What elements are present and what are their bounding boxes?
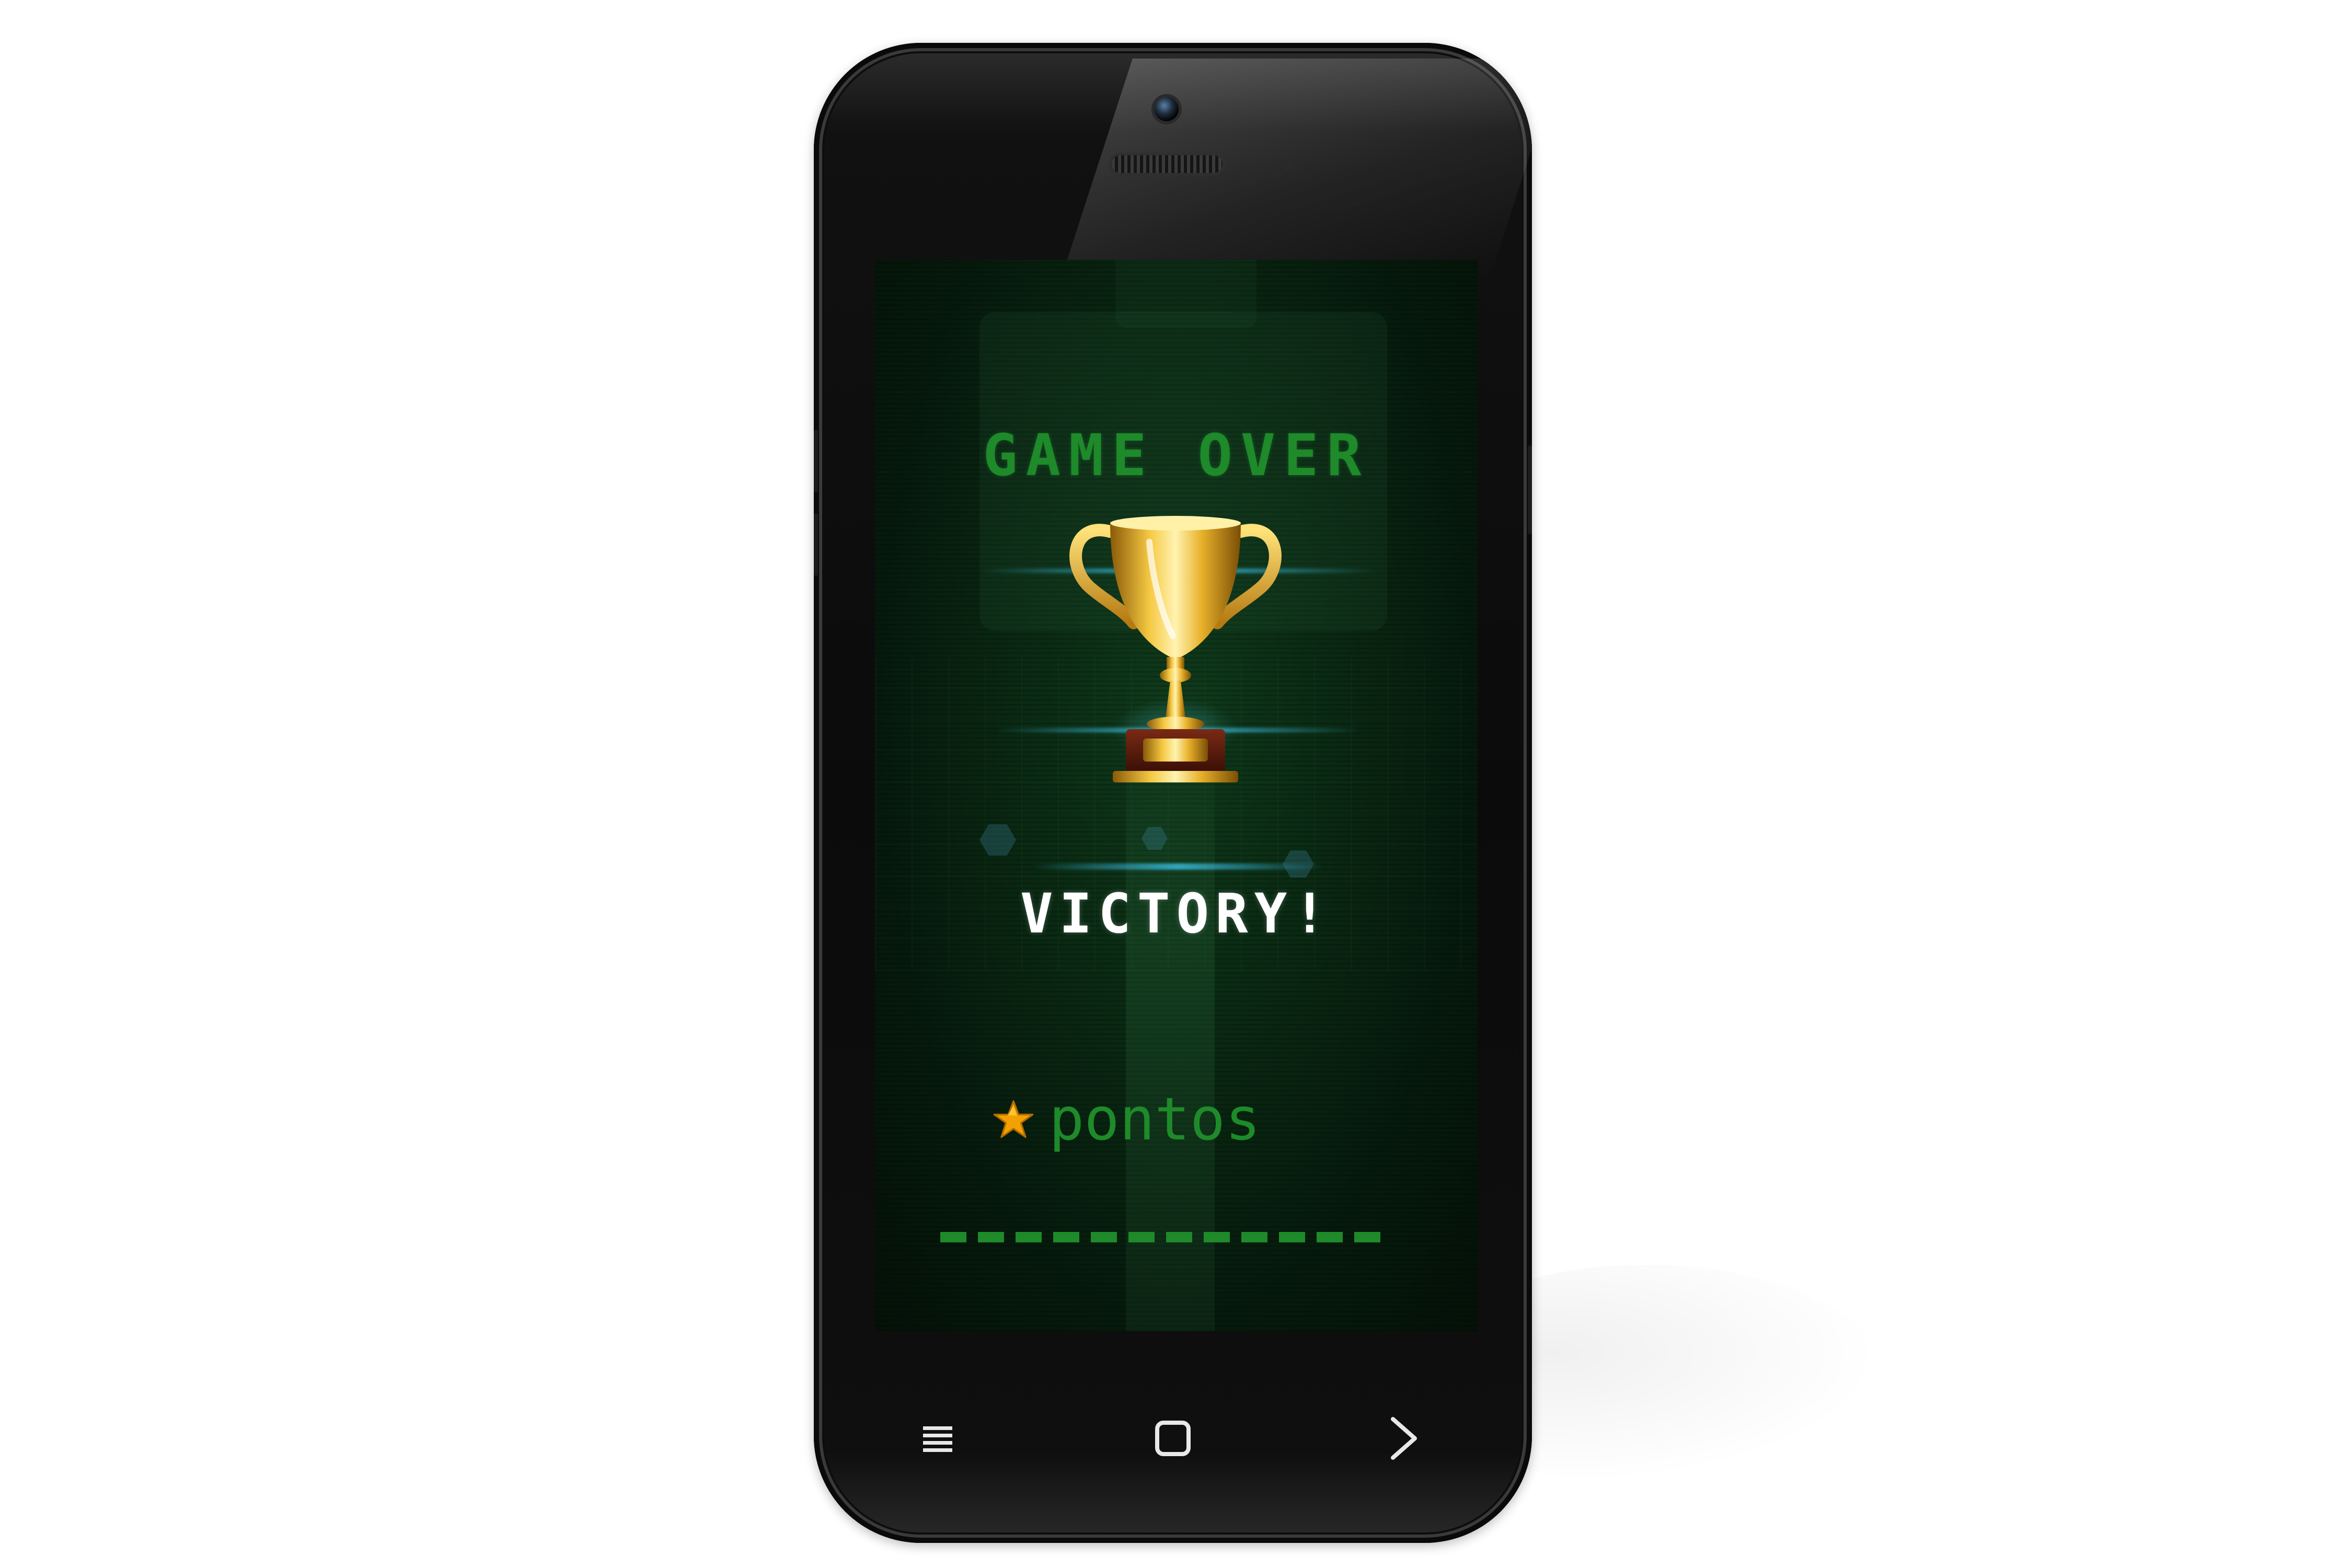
front-camera <box>1151 94 1182 124</box>
game-over-title: GAME OVER <box>983 422 1370 489</box>
victory-text: VICTORY! <box>1020 882 1332 946</box>
menu-button[interactable] <box>902 1402 975 1475</box>
score-label: pontos <box>1049 1086 1261 1154</box>
score-placeholder-dashes <box>940 1232 1390 1242</box>
game-screen: GAME OVER VICTORY! pontos <box>875 260 1478 1331</box>
home-icon <box>1155 1421 1191 1456</box>
phone-frame: GAME OVER VICTORY! pontos <box>814 43 1532 1543</box>
menu-icon <box>923 1426 952 1452</box>
star-icon <box>993 1100 1034 1138</box>
earpiece-speaker <box>1109 153 1225 176</box>
power-button <box>1528 445 1532 534</box>
glow-line <box>1032 863 1324 870</box>
volume-button-2 <box>814 513 818 576</box>
chevron-right-icon <box>1391 1417 1417 1460</box>
stage: GAME OVER VICTORY! pontos <box>0 0 2352 1568</box>
trophy-icon <box>1069 516 1282 782</box>
score-row: pontos <box>993 1083 1261 1156</box>
next-button[interactable] <box>1368 1402 1441 1475</box>
home-button[interactable] <box>1136 1402 1209 1475</box>
proximity-sensor <box>1283 162 1292 170</box>
volume-button <box>814 430 818 492</box>
